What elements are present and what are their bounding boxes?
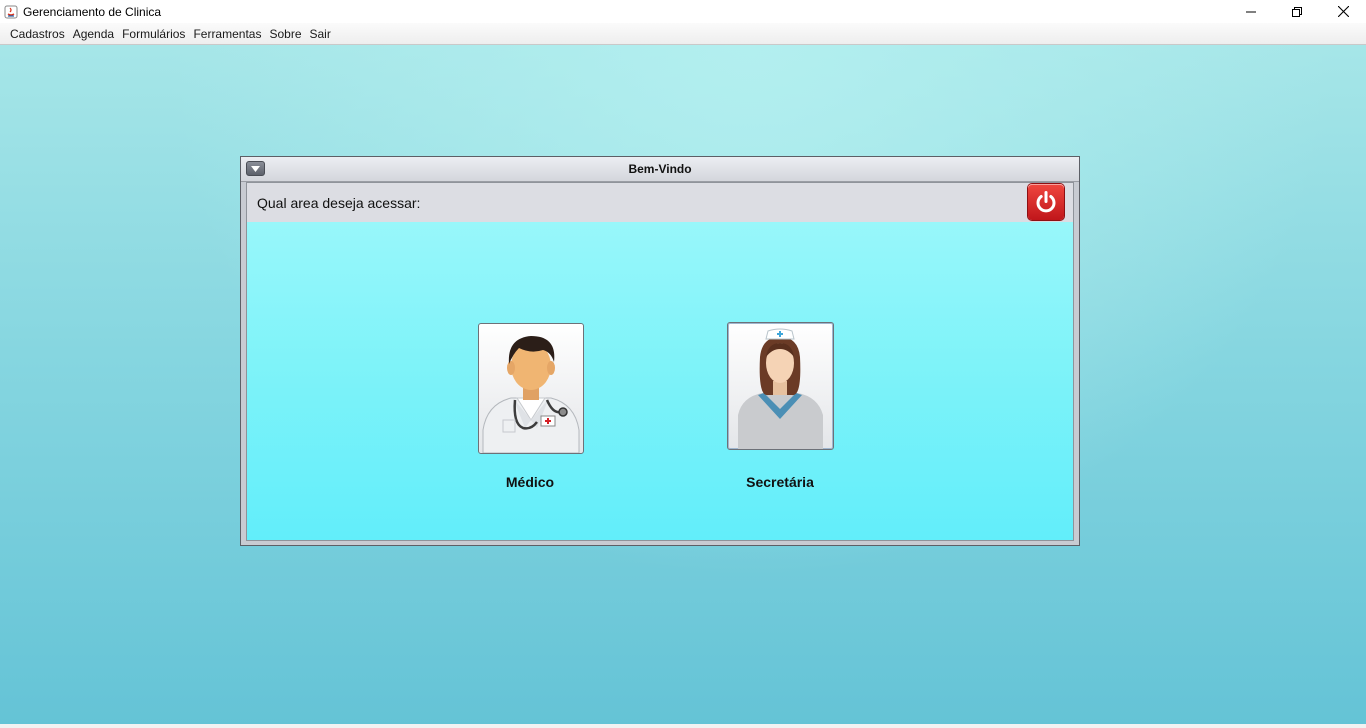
secretaria-label: Secretária (746, 474, 814, 490)
menu-bar: Cadastros Agenda Formulários Ferramentas… (0, 23, 1366, 45)
secretaria-button[interactable] (727, 322, 834, 450)
welcome-internal-frame: Bem-Vindo Qual area deseja acessar: (240, 156, 1080, 546)
window-titlebar: Gerenciamento de Clinica (0, 0, 1366, 23)
menu-cadastros[interactable]: Cadastros (6, 23, 69, 45)
question-label: Qual area deseja acessar: (257, 195, 421, 211)
internal-frame-titlebar[interactable]: Bem-Vindo (241, 157, 1079, 182)
minimize-button[interactable] (1228, 0, 1274, 23)
java-app-icon (4, 5, 18, 19)
close-icon (1337, 6, 1349, 17)
medico-button[interactable] (478, 323, 584, 454)
window-controls (1228, 0, 1366, 23)
frame-menu-button[interactable] (246, 161, 265, 176)
menu-sobre[interactable]: Sobre (265, 23, 305, 45)
menu-ferramentas[interactable]: Ferramentas (189, 23, 265, 45)
menu-formularios[interactable]: Formulários (118, 23, 189, 45)
question-bar: Qual area deseja acessar: (247, 183, 1073, 222)
window-title: Gerenciamento de Clinica (23, 4, 162, 19)
menu-agenda[interactable]: Agenda (69, 23, 118, 45)
chevron-down-icon (251, 165, 260, 172)
restore-button[interactable] (1274, 0, 1320, 23)
internal-frame-title: Bem-Vindo (628, 162, 692, 176)
bottom-strip (0, 724, 1366, 728)
welcome-panel: Qual area deseja acessar: (246, 182, 1074, 541)
power-icon (1036, 191, 1056, 213)
exit-button[interactable] (1028, 184, 1064, 220)
menu-sair[interactable]: Sair (306, 23, 335, 45)
doctor-icon (482, 336, 580, 453)
restore-icon (1292, 6, 1302, 17)
close-button[interactable] (1320, 0, 1366, 23)
minimize-icon (1246, 11, 1256, 12)
medico-label: Médico (505, 474, 555, 490)
nurse-icon (738, 328, 823, 449)
